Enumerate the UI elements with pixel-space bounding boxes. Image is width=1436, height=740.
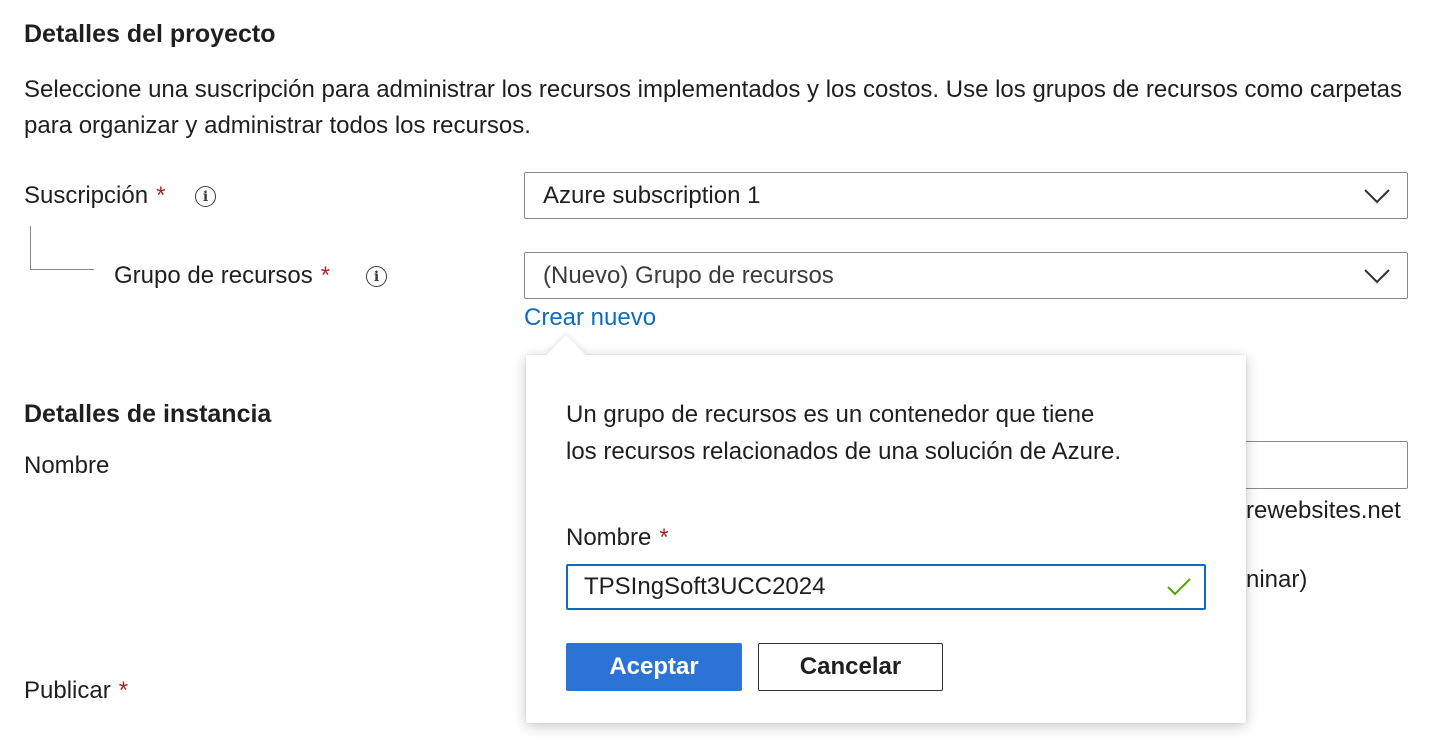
resource-group-label-group: Grupo de recursos * <box>114 262 330 290</box>
publish-label: Publicar <box>24 677 111 704</box>
resource-group-select[interactable]: (Nuevo) Grupo de recursos <box>524 252 1408 299</box>
instance-name-label: Nombre <box>24 452 110 479</box>
partial-option-text: ninar) <box>1246 566 1308 593</box>
tree-connector-horizontal <box>30 269 94 270</box>
required-marker: * <box>320 262 331 289</box>
info-icon[interactable]: i <box>195 186 216 207</box>
create-new-link[interactable]: Crear nuevo <box>524 304 656 332</box>
instance-name-input[interactable] <box>1230 441 1408 489</box>
info-icon[interactable]: i <box>366 266 387 287</box>
publish-label-group: Publicar * <box>24 677 128 705</box>
accept-button[interactable]: Aceptar <box>566 643 742 691</box>
resource-group-select-value: (Nuevo) Grupo de recursos <box>543 261 834 289</box>
subscription-label: Suscripción <box>24 182 149 209</box>
tree-connector-vertical <box>30 226 31 270</box>
project-details-heading: Detalles del proyecto <box>24 20 276 48</box>
create-resource-group-popup: Un grupo de recursos es un contenedor qu… <box>526 335 1246 723</box>
required-marker: * <box>659 524 669 551</box>
chevron-down-icon <box>1364 268 1390 283</box>
chevron-down-icon <box>1364 188 1390 203</box>
domain-suffix: rewebsites.net <box>1246 497 1401 524</box>
popup-description-line-2: los recursos relacionados de una solució… <box>566 438 1121 465</box>
resource-group-label: Grupo de recursos <box>114 262 313 289</box>
checkmark-icon <box>1167 578 1191 596</box>
required-marker: * <box>156 182 166 209</box>
popup-name-label: Nombre <box>566 524 652 551</box>
cancel-button[interactable]: Cancelar <box>758 643 943 691</box>
subscription-label-group: Suscripción * <box>24 182 165 210</box>
resource-group-name-value: TPSIngSoft3UCC2024 <box>584 573 826 600</box>
required-marker: * <box>118 677 129 704</box>
instance-details-heading: Detalles de instancia <box>24 400 272 428</box>
resource-group-name-input[interactable]: TPSIngSoft3UCC2024 <box>566 564 1206 610</box>
subscription-select[interactable]: Azure subscription 1 <box>524 172 1408 219</box>
popup-description-line-1: Un grupo de recursos es un contenedor qu… <box>566 401 1095 428</box>
popup-name-label-group: Nombre * <box>566 524 669 552</box>
subscription-select-value: Azure subscription 1 <box>543 181 761 209</box>
project-details-description: Seleccione una suscripción para administ… <box>24 76 1402 139</box>
